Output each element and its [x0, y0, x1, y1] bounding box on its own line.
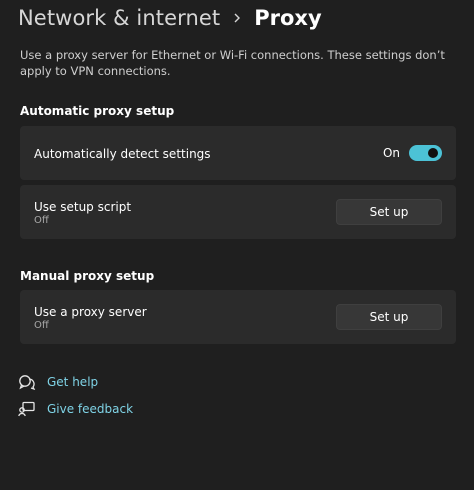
- proxy-server-label: Use a proxy server: [34, 305, 147, 319]
- feedback-icon: [18, 400, 38, 418]
- section-title-manual: Manual proxy setup: [20, 269, 155, 283]
- help-chat-icon: [18, 373, 38, 391]
- chevron-right-icon: [220, 2, 254, 34]
- setup-script-status: Off: [34, 215, 49, 226]
- auto-detect-toggle[interactable]: [409, 145, 442, 161]
- breadcrumb-network-internet[interactable]: Network & internet: [18, 6, 220, 30]
- give-feedback-link[interactable]: Give feedback: [18, 400, 133, 418]
- section-title-automatic: Automatic proxy setup: [20, 104, 175, 118]
- give-feedback-label[interactable]: Give feedback: [47, 402, 133, 416]
- proxy-server-status: Off: [34, 320, 49, 331]
- breadcrumb: Network & internet Proxy: [18, 2, 322, 34]
- setting-card-setup-script: Use setup script Off Set up: [20, 185, 456, 239]
- page-description: Use a proxy server for Ethernet or Wi-Fi…: [20, 48, 445, 78]
- proxy-server-setup-button[interactable]: Set up: [336, 304, 442, 330]
- get-help-label[interactable]: Get help: [47, 375, 98, 389]
- proxy-settings-page: Network & internet Proxy Use a proxy ser…: [0, 0, 474, 490]
- setup-script-label: Use setup script: [34, 200, 132, 214]
- setting-card-auto-detect[interactable]: Automatically detect settings On: [20, 126, 456, 180]
- toggle-knob: [428, 148, 438, 158]
- auto-detect-state: On: [382, 146, 400, 160]
- page-title: Proxy: [254, 6, 322, 30]
- auto-detect-label: Automatically detect settings: [34, 147, 211, 161]
- setup-script-button[interactable]: Set up: [336, 199, 442, 225]
- setting-card-proxy-server: Use a proxy server Off Set up: [20, 290, 456, 344]
- get-help-link[interactable]: Get help: [18, 373, 98, 391]
